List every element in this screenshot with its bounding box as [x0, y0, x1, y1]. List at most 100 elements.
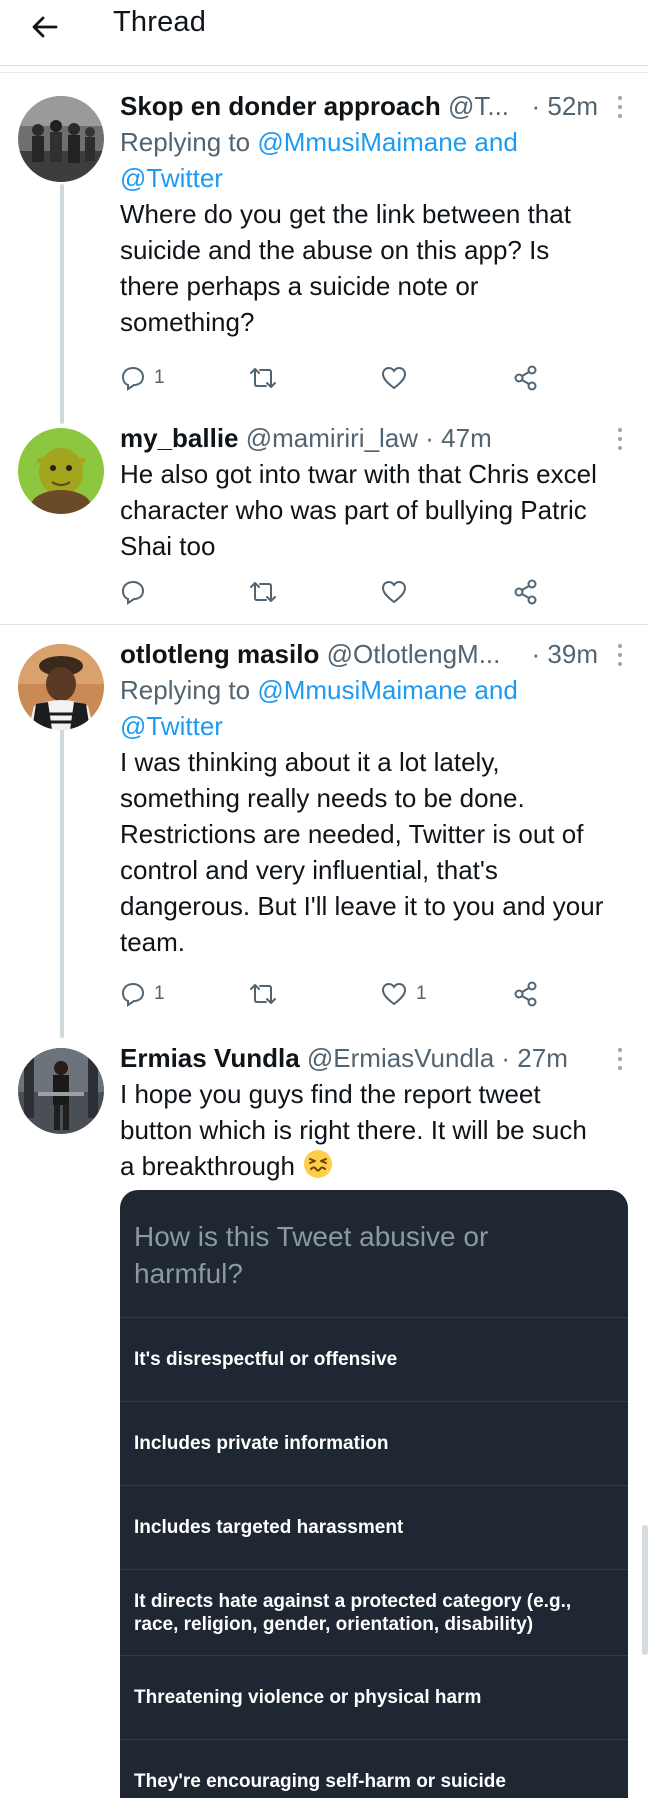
page-title: Thread	[113, 6, 207, 38]
mention-link[interactable]: @MmusiMaimane and	[257, 127, 517, 157]
share-icon	[514, 981, 537, 1007]
handle[interactable]: @ErmiasVundla · 27m	[307, 1043, 568, 1073]
share-button[interactable]	[512, 576, 540, 608]
display-name[interactable]: Ermias Vundla	[120, 1043, 300, 1073]
tweet-text-line: dangerous. But I'll leave it to you and …	[120, 891, 604, 921]
report-option-label: It directs hate against a protected cate…	[134, 1590, 572, 1612]
more-icon[interactable]	[614, 644, 626, 666]
retweet-icon	[250, 984, 276, 1004]
tweet-text: Where do you get the link between that s…	[120, 196, 632, 340]
retweet-button[interactable]	[248, 362, 278, 394]
handle[interactable]: @T...	[448, 91, 509, 121]
handle[interactable]: @OtlotlengM...	[327, 639, 501, 669]
avatar-image	[18, 1048, 104, 1134]
share-icon	[514, 579, 537, 605]
report-question: How is this Tweet abusive or harmful?	[120, 1190, 628, 1318]
tweet[interactable]: Ermias Vundla @ErmiasVundla · 27m I hope…	[0, 1040, 648, 1190]
reply-button[interactable]	[120, 576, 146, 608]
handle[interactable]: @mamiriri_law · 47m	[246, 423, 492, 453]
report-option[interactable]: Includes targeted harassment	[120, 1486, 628, 1570]
tweet-text-line: I was thinking about it a lot lately,	[120, 747, 500, 777]
avatar[interactable]	[18, 644, 104, 730]
report-option-label: Threatening violence or physical harm	[134, 1687, 482, 1708]
tweet-text-line: Where do you get the link between that	[120, 199, 571, 229]
like-button[interactable]: 1	[380, 978, 427, 1010]
divider	[0, 72, 648, 76]
report-option-label: They're encouraging self-harm or suicide	[134, 1771, 506, 1792]
reply-icon	[121, 366, 145, 391]
replying-to: Replying to @MmusiMaimane and @Twitter	[120, 124, 632, 196]
replying-to-label: Replying to	[120, 675, 258, 705]
report-option-label: Includes private information	[134, 1433, 389, 1454]
report-option[interactable]: Threatening violence or physical harm	[120, 1656, 628, 1740]
like-icon	[381, 580, 407, 604]
tweet-text-line: suicide and the abuse on this app? Is	[120, 235, 550, 265]
more-icon[interactable]	[614, 96, 626, 118]
more-icon[interactable]	[614, 428, 626, 450]
share-button[interactable]	[512, 978, 540, 1010]
timestamp[interactable]: · 39m	[532, 636, 598, 672]
retweet-icon	[250, 582, 276, 602]
tweet-text: I hope you guys find the report tweet bu…	[120, 1076, 632, 1184]
like-count: 1	[416, 983, 427, 1004]
tweet-header: Skop en donder approach @T... · 52m	[120, 88, 632, 124]
report-option-label: Includes targeted harassment	[134, 1517, 404, 1538]
retweet-button[interactable]	[248, 978, 278, 1010]
display-name[interactable]: my_ballie	[120, 423, 239, 453]
tweet-text: I was thinking about it a lot lately, so…	[120, 744, 632, 960]
back-button[interactable]	[26, 8, 64, 46]
tweet[interactable]: my_ballie @mamiriri_law · 47m He also go…	[0, 420, 648, 620]
display-name[interactable]: otlotleng masilo	[120, 639, 319, 669]
reply-button[interactable]: 1	[120, 978, 165, 1010]
avatar-image	[18, 428, 104, 514]
retweet-button[interactable]	[248, 576, 278, 608]
tweet-text-line: control and very influential, that's	[120, 855, 498, 885]
back-arrow-icon	[32, 16, 58, 38]
avatar[interactable]	[18, 96, 104, 182]
tweet-text-line: there perhaps a suicide note or	[120, 271, 479, 301]
avatar[interactable]	[18, 1048, 104, 1134]
report-option[interactable]: They're encouraging self-harm or suicide	[120, 1740, 628, 1798]
tweet-actions: 1	[120, 362, 560, 394]
mention-link[interactable]: @MmusiMaimane and	[257, 675, 517, 705]
report-question-line: harmful?	[134, 1258, 243, 1289]
mention-link[interactable]: @Twitter	[120, 711, 223, 741]
grimace-emoji-icon	[304, 1150, 333, 1178]
like-icon	[381, 982, 407, 1006]
tweet-text-line: character who was part of bullying Patri…	[120, 495, 587, 525]
like-icon	[381, 366, 407, 390]
like-button[interactable]	[380, 362, 416, 394]
display-name[interactable]: Skop en donder approach	[120, 91, 441, 121]
avatar-image	[18, 644, 104, 730]
tweet-text-line: a breakthrough	[120, 1151, 295, 1181]
tweet-text-line: I hope you guys find the report tweet	[120, 1079, 541, 1109]
tweet-text-line: something really needs to be done.	[120, 783, 525, 813]
tweet[interactable]: otlotleng masilo @OtlotlengM... · 39m Re…	[0, 636, 648, 1016]
tweet-text-line: He also got into twar with that Chris ex…	[120, 459, 597, 489]
avatar[interactable]	[18, 428, 104, 514]
tweet-text: He also got into twar with that Chris ex…	[120, 456, 632, 564]
timestamp[interactable]: · 52m	[532, 88, 598, 124]
mention-link[interactable]: @Twitter	[120, 163, 223, 193]
tweet-header: Ermias Vundla @ErmiasVundla · 27m	[120, 1040, 632, 1076]
replying-to: Replying to @MmusiMaimane and @Twitter	[120, 672, 632, 744]
scrollbar[interactable]	[642, 1525, 648, 1655]
tweet-text-line: team.	[120, 927, 186, 957]
report-dialog: How is this Tweet abusive or harmful? It…	[120, 1190, 628, 1798]
tweet-text-line: button which is right there. It will be …	[120, 1115, 587, 1145]
reply-button[interactable]: 1	[120, 362, 165, 394]
tweet-header: my_ballie @mamiriri_law · 47m	[120, 420, 632, 456]
tweet[interactable]: Skop en donder approach @T... · 52m Repl…	[0, 88, 648, 408]
report-option[interactable]: It's disrespectful or offensive	[120, 1318, 628, 1402]
report-option[interactable]: Includes private information	[120, 1402, 628, 1486]
share-button[interactable]	[512, 362, 540, 394]
more-icon[interactable]	[614, 1048, 626, 1070]
header-bar: Thread	[0, 0, 648, 66]
reply-icon	[121, 982, 145, 1007]
reply-count: 1	[154, 983, 165, 1004]
divider	[0, 624, 648, 625]
report-option[interactable]: It directs hate against a protected cate…	[120, 1570, 628, 1656]
tweet-actions: 1 1	[120, 978, 560, 1010]
reply-count: 1	[154, 367, 165, 388]
like-button[interactable]	[380, 576, 408, 608]
